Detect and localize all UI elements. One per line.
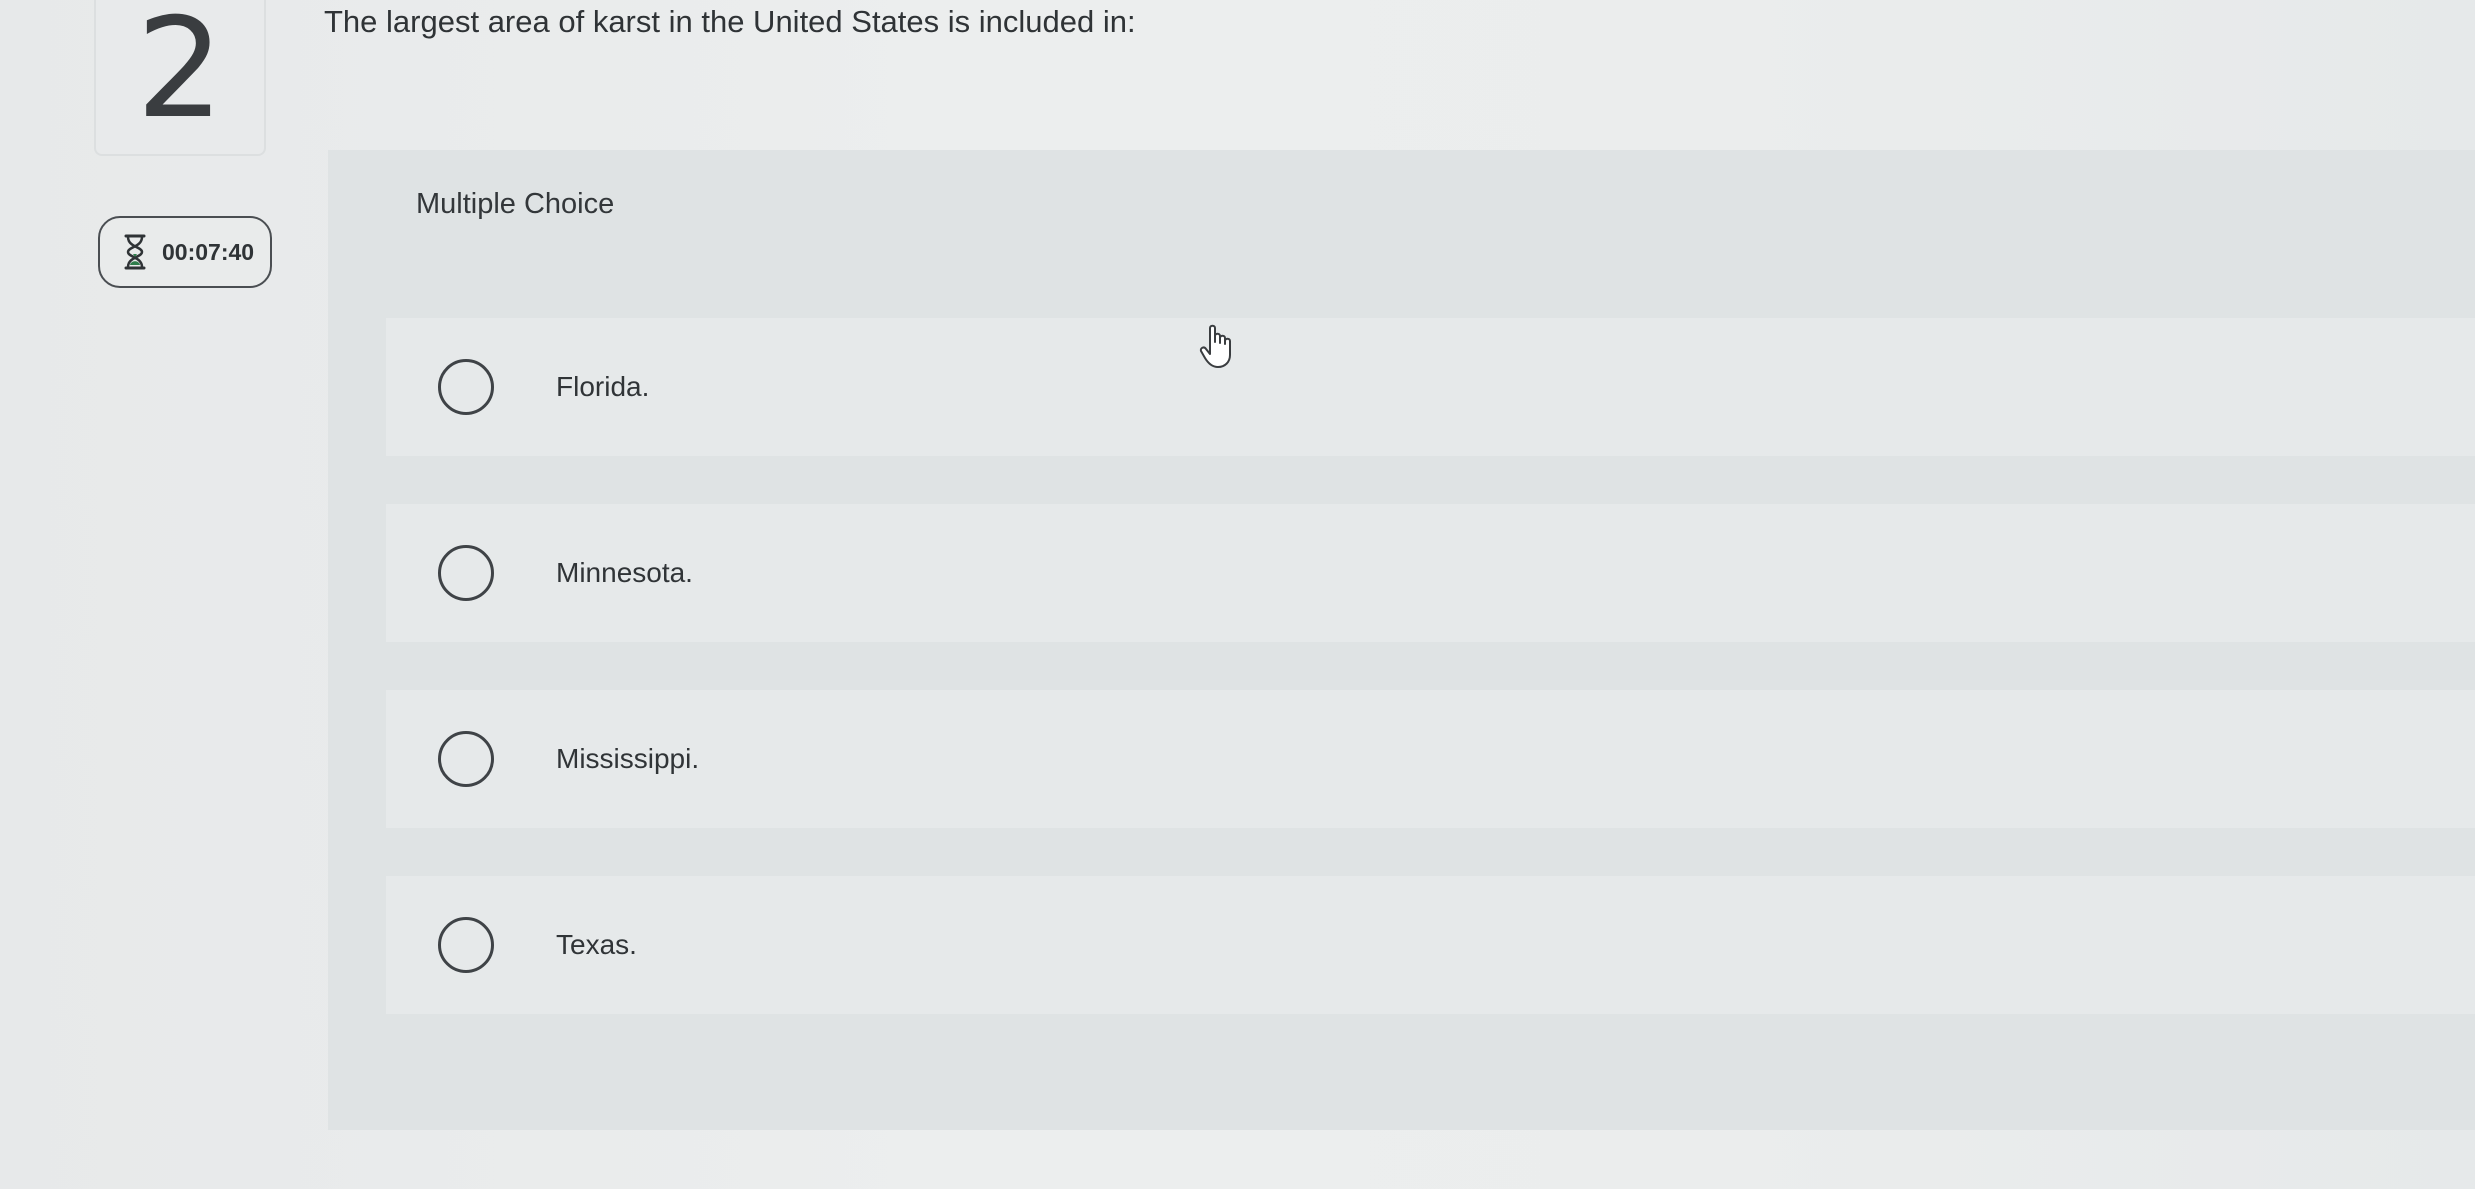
- option-florida[interactable]: Florida.: [386, 318, 2475, 456]
- radio-button-icon[interactable]: [438, 731, 494, 787]
- timer: 00:07:40: [98, 216, 272, 288]
- option-mississippi[interactable]: Mississippi.: [386, 690, 2475, 828]
- multiple-choice-title: Multiple Choice: [416, 188, 615, 220]
- hand-pointer-icon: [1198, 322, 1238, 370]
- option-minnesota[interactable]: Minnesota.: [386, 504, 2475, 642]
- option-label: Mississippi.: [556, 743, 700, 774]
- option-label: Minnesota.: [556, 557, 693, 588]
- hourglass-icon: [122, 234, 148, 270]
- radio-button-icon[interactable]: [438, 545, 494, 601]
- multiple-choice-panel: Multiple Choice Florida. Minnesota. Miss…: [328, 150, 2475, 1130]
- quiz-screen: 2 The largest area of karst in the Unite…: [0, 0, 2475, 1189]
- question-number-box: 2: [94, 0, 266, 156]
- option-label: Florida.: [556, 371, 650, 402]
- radio-button-icon[interactable]: [438, 917, 494, 973]
- question-text: The largest area of karst in the United …: [324, 4, 1136, 39]
- question-number: 2: [136, 0, 224, 149]
- option-label: Texas.: [556, 929, 637, 960]
- timer-value: 00:07:40: [162, 238, 255, 265]
- radio-button-icon[interactable]: [438, 359, 494, 415]
- option-texas[interactable]: Texas.: [386, 876, 2475, 1014]
